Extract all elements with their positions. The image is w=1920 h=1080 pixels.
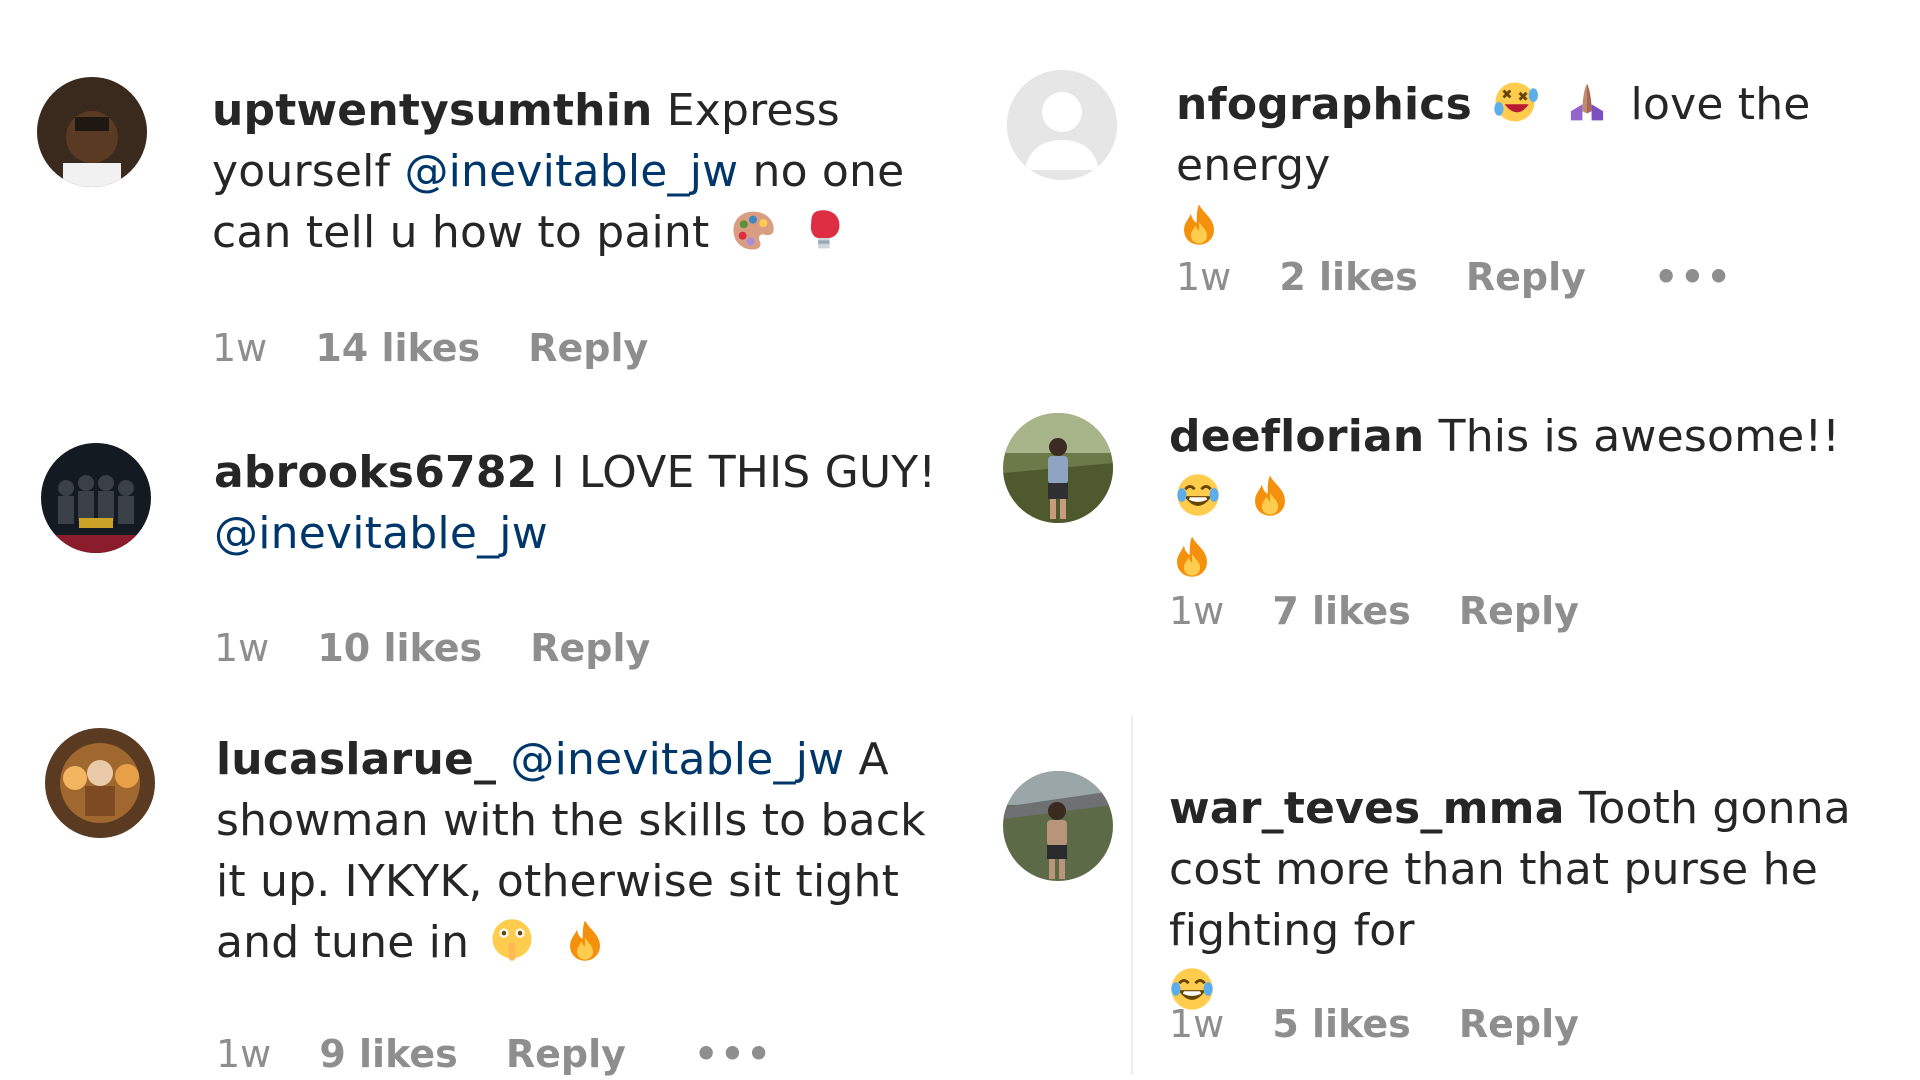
comment-meta: 1w 2 likes Reply ••• xyxy=(1176,255,1769,299)
reply-button[interactable]: Reply xyxy=(530,626,650,670)
timestamp: 1w xyxy=(214,626,270,670)
mention-link[interactable]: @inevitable_jw xyxy=(510,734,844,785)
boxing-glove-icon xyxy=(802,207,848,253)
comment-war-teves-mma: war_teves_mma Tooth gonna cost more than… xyxy=(1000,740,1920,1080)
artist-palette-icon xyxy=(730,207,776,253)
comment-abrooks6782: abrooks6782 I LOVE THIS GUY! @inevitable… xyxy=(0,420,1000,700)
comment-nfographics: nfographics love the energy 1w 2 likes R… xyxy=(1000,0,1920,320)
comment-body: I LOVE THIS GUY! xyxy=(551,447,937,498)
timestamp: 1w xyxy=(1176,255,1232,299)
reply-button[interactable]: Reply xyxy=(1459,589,1579,633)
comment-body: This is awesome!! xyxy=(1438,411,1841,462)
fire-icon xyxy=(1169,533,1215,579)
likes-count[interactable]: 5 likes xyxy=(1272,1002,1410,1046)
comment-meta: 1w 5 likes Reply xyxy=(1169,1002,1615,1046)
reply-button[interactable]: Reply xyxy=(1459,1002,1579,1046)
likes-count[interactable]: 9 likes xyxy=(319,1032,457,1076)
avatar[interactable] xyxy=(1003,413,1113,523)
likes-count[interactable]: 7 likes xyxy=(1272,589,1410,633)
tears-of-joy-icon xyxy=(1175,472,1221,518)
reply-button[interactable]: Reply xyxy=(528,326,648,370)
shushing-face-icon xyxy=(489,917,535,963)
username[interactable]: lucaslarue_ xyxy=(216,734,496,785)
comment-deeflorian: deeflorian This is awesome!! 1w 7 likes … xyxy=(1000,400,1920,700)
comment-lucaslarue: lucaslarue_ @inevitable_jw A showman wit… xyxy=(0,720,1000,1080)
comments-collage: uptwentysumthin Express yourself @inevit… xyxy=(0,0,1920,1080)
comment-text: uptwentysumthin Express yourself @inevit… xyxy=(212,80,992,263)
username[interactable]: nfographics xyxy=(1176,79,1472,130)
folded-hands-icon xyxy=(1564,79,1610,125)
timestamp: 1w xyxy=(1169,1002,1225,1046)
mention-link[interactable]: @inevitable_jw xyxy=(404,146,738,197)
comment-text: deeflorian This is awesome!! xyxy=(1169,406,1909,589)
more-options-button[interactable]: ••• xyxy=(1654,255,1733,299)
timestamp: 1w xyxy=(212,326,268,370)
username[interactable]: deeflorian xyxy=(1169,411,1424,462)
comment-meta: 1w 14 likes Reply xyxy=(212,326,684,370)
comment-meta: 1w 10 likes Reply xyxy=(214,626,686,670)
reply-button[interactable]: Reply xyxy=(1466,255,1586,299)
comment-uptwentysumthin: uptwentysumthin Express yourself @inevit… xyxy=(0,0,1000,400)
avatar[interactable] xyxy=(45,728,155,838)
comment-meta: 1w 7 likes Reply xyxy=(1169,589,1615,633)
likes-count[interactable]: 10 likes xyxy=(317,626,482,670)
username[interactable]: uptwentysumthin xyxy=(212,85,653,136)
comment-meta: 1w 9 likes Reply ••• xyxy=(216,1032,809,1076)
timestamp: 1w xyxy=(216,1032,272,1076)
likes-count[interactable]: 2 likes xyxy=(1279,255,1417,299)
fire-icon xyxy=(1247,472,1293,518)
comment-text: nfographics love the energy xyxy=(1176,74,1916,257)
fire-icon xyxy=(562,917,608,963)
rolling-laughing-face-icon xyxy=(1492,79,1539,125)
username[interactable]: war_teves_mma xyxy=(1169,783,1565,834)
comment-text: lucaslarue_ @inevitable_jw A showman wit… xyxy=(216,729,956,973)
avatar[interactable] xyxy=(37,77,147,187)
username[interactable]: abrooks6782 xyxy=(214,447,537,498)
avatar[interactable] xyxy=(1003,771,1113,881)
fire-icon xyxy=(1176,201,1222,247)
avatar[interactable] xyxy=(1007,70,1117,180)
avatar[interactable] xyxy=(41,443,151,553)
more-options-button[interactable]: ••• xyxy=(694,1032,773,1076)
likes-count[interactable]: 14 likes xyxy=(315,326,480,370)
timestamp: 1w xyxy=(1169,589,1225,633)
comment-text: war_teves_mma Tooth gonna cost more than… xyxy=(1169,778,1919,1022)
mention-link[interactable]: @inevitable_jw xyxy=(214,508,548,559)
comment-text: abrooks6782 I LOVE THIS GUY! @inevitable… xyxy=(214,442,974,564)
reply-button[interactable]: Reply xyxy=(506,1032,626,1076)
